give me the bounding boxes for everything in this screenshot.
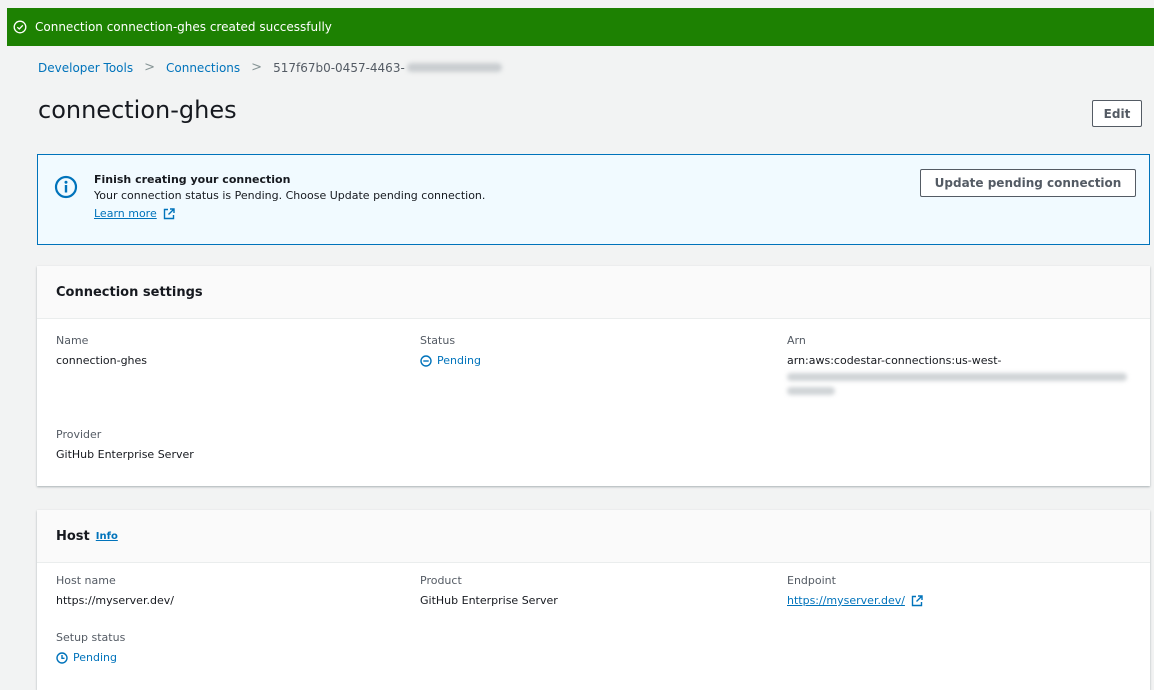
host-panel: Host Info Host name https://myserver.dev… — [37, 510, 1150, 690]
setup-status-value: Pending — [56, 651, 125, 664]
info-alert: Finish creating your connection Your con… — [37, 154, 1150, 245]
provider-value: GitHub Enterprise Server — [56, 448, 194, 461]
status-value: Pending — [420, 354, 481, 367]
product-label: Product — [420, 574, 462, 587]
provider-label: Provider — [56, 428, 102, 441]
info-icon — [54, 175, 78, 199]
host-info-link[interactable]: Info — [96, 531, 118, 542]
success-flash-banner: Connection connection-ghes created succe… — [7, 8, 1154, 46]
host-heading: Host — [56, 528, 90, 544]
status-field: Status Pending — [420, 334, 481, 367]
name-value: connection-ghes — [56, 354, 148, 367]
endpoint-field: Endpoint https://myserver.dev/ — [787, 574, 923, 607]
clock-icon — [56, 651, 68, 664]
breadcrumb-current: 517f67b0-0457-4463- — [273, 60, 405, 75]
learn-more-link[interactable]: Learn more — [94, 207, 175, 220]
arn-field: Arn arn:aws:codestar-connections:us-west… — [787, 334, 1127, 395]
connection-settings-panel: Connection settings Name connection-ghes… — [37, 266, 1150, 486]
arn-label: Arn — [787, 334, 806, 347]
panel-header: Host Info — [37, 510, 1150, 563]
host-name-label: Host name — [56, 574, 116, 587]
flash-message: Connection connection-ghes created succe… — [35, 20, 332, 34]
endpoint-url: https://myserver.dev/ — [787, 594, 905, 607]
setup-status-label: Setup status — [56, 631, 126, 644]
host-name-value: https://myserver.dev/ — [56, 594, 174, 607]
breadcrumb-separator: > — [251, 60, 263, 75]
breadcrumb: Developer Tools > Connections > 517f67b0… — [38, 60, 502, 75]
connection-settings-heading: Connection settings — [56, 284, 203, 300]
status-text: Pending — [437, 354, 481, 367]
edit-button[interactable]: Edit — [1092, 100, 1142, 127]
redacted-text — [787, 373, 1127, 395]
breadcrumb-separator: > — [144, 60, 155, 75]
external-link-icon — [911, 594, 923, 607]
arn-value: arn:aws:codestar-connections:us-west- — [787, 354, 1002, 367]
endpoint-label: Endpoint — [787, 574, 836, 587]
provider-field: Provider GitHub Enterprise Server — [56, 428, 194, 461]
endpoint-link[interactable]: https://myserver.dev/ — [787, 594, 923, 607]
check-circle-icon — [13, 20, 27, 34]
host-name-field: Host name https://myserver.dev/ — [56, 574, 174, 607]
external-link-icon — [163, 207, 175, 220]
alert-title: Finish creating your connection — [94, 173, 291, 186]
pending-icon — [420, 354, 432, 367]
alert-body: Your connection status is Pending. Choos… — [94, 189, 486, 202]
update-pending-connection-button[interactable]: Update pending connection — [920, 169, 1136, 197]
status-label: Status — [420, 334, 456, 347]
breadcrumb-developer-tools[interactable]: Developer Tools — [38, 61, 133, 75]
name-label: Name — [56, 334, 89, 347]
product-field: Product GitHub Enterprise Server — [420, 574, 558, 607]
learn-more-label: Learn more — [94, 207, 157, 220]
setup-status-text: Pending — [73, 651, 117, 664]
breadcrumb-connections[interactable]: Connections — [166, 61, 240, 75]
redacted-text — [406, 63, 502, 72]
panel-header: Connection settings — [37, 266, 1150, 319]
page-title: connection-ghes — [38, 96, 237, 124]
product-value: GitHub Enterprise Server — [420, 594, 558, 607]
setup-status-field: Setup status Pending — [56, 631, 125, 664]
name-field: Name connection-ghes — [56, 334, 147, 367]
